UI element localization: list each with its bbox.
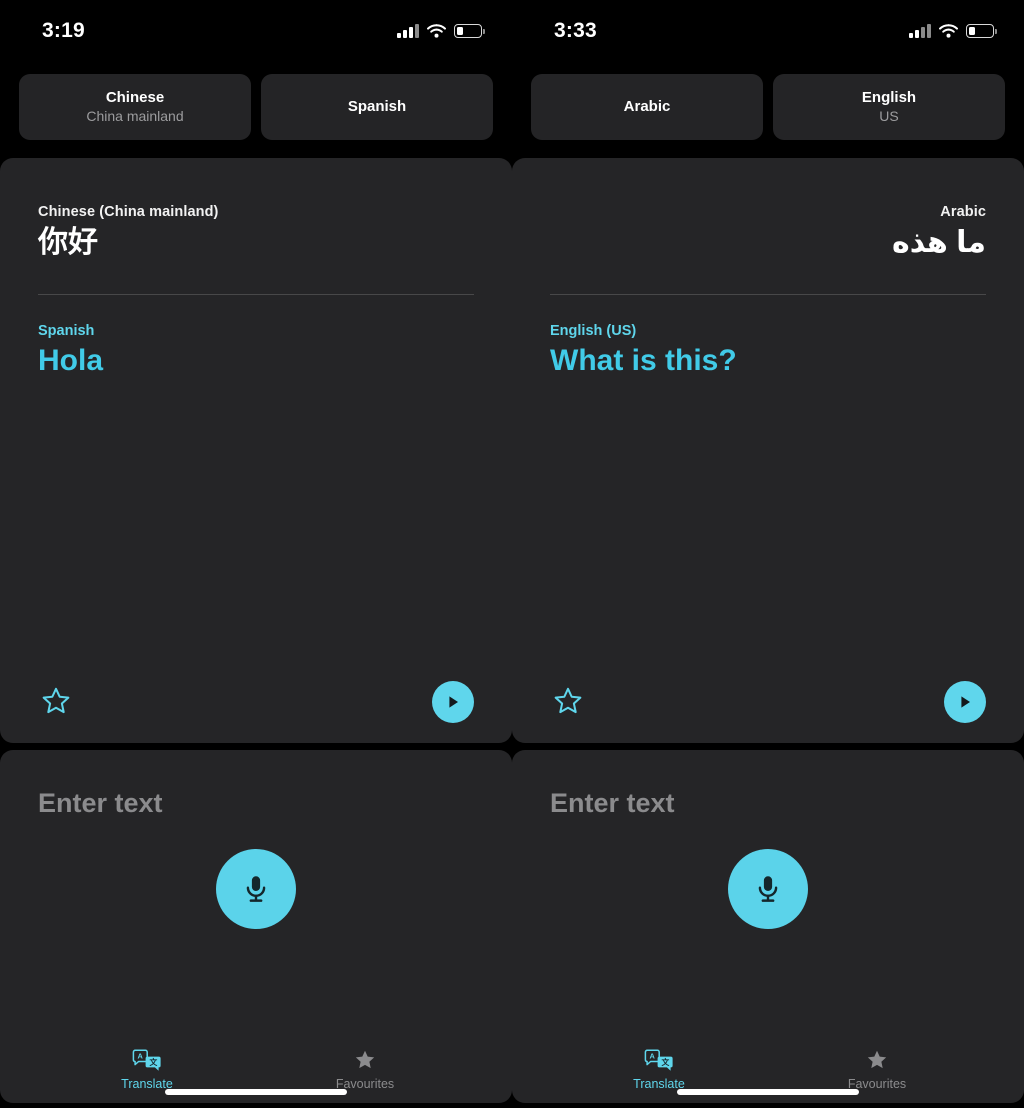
star-outline-icon[interactable] <box>38 684 74 720</box>
target-language-name: English <box>861 89 917 107</box>
battery-low-icon <box>966 24 997 38</box>
language-selector-row: Arabic English US <box>512 62 1024 158</box>
mic-button-wrapper <box>550 849 986 929</box>
card-divider <box>550 293 986 295</box>
status-bar: 3:33 <box>512 0 1024 62</box>
target-language-region: US <box>879 107 899 124</box>
target-language-label: English (US) <box>550 322 637 339</box>
star-filled-icon <box>352 1047 378 1074</box>
translation-card[interactable]: Arabic ما هذه English (US) What is this? <box>512 158 1024 743</box>
card-action-row <box>550 681 986 743</box>
svg-text:A: A <box>650 1051 656 1060</box>
target-language-name: Spanish <box>347 97 407 115</box>
source-text: ما هذه <box>891 226 986 259</box>
phone-screen-left: 3:19 Chinese China mainland Spanish Chin… <box>0 0 512 1108</box>
tab-favourites[interactable]: Favourites <box>256 1047 474 1091</box>
source-language-button[interactable]: Arabic <box>531 74 763 140</box>
star-filled-icon <box>864 1047 890 1074</box>
status-bar-clock: 3:19 <box>42 19 85 42</box>
translated-text: Hola <box>38 343 104 377</box>
tab-favourites[interactable]: Favourites <box>768 1047 986 1091</box>
source-language-region: China mainland <box>86 107 184 124</box>
play-icon[interactable] <box>432 681 474 723</box>
status-bar-icons <box>909 24 997 38</box>
source-language-name: Chinese <box>105 89 165 107</box>
translate-icon: A 文 <box>644 1047 674 1074</box>
status-bar-clock: 3:33 <box>554 19 597 42</box>
enter-text-placeholder[interactable]: Enter text <box>550 788 986 819</box>
compose-area[interactable]: Enter text A 文 Translate Favourites <box>512 750 1024 1103</box>
mic-button-wrapper <box>38 849 474 929</box>
enter-text-placeholder[interactable]: Enter text <box>38 788 474 819</box>
translated-text: What is this? <box>550 343 737 377</box>
home-indicator <box>0 1089 512 1095</box>
card-divider <box>38 293 474 295</box>
source-language-button[interactable]: Chinese China mainland <box>19 74 251 140</box>
play-icon[interactable] <box>944 681 986 723</box>
card-action-row <box>38 681 474 743</box>
star-outline-icon[interactable] <box>550 684 586 720</box>
source-language-label: Arabic <box>940 204 986 220</box>
status-bar: 3:19 <box>0 0 512 62</box>
phone-screen-right: 3:33 Arabic English US Arabic ما هذه Eng… <box>512 0 1024 1108</box>
cellular-signal-icon <box>909 24 931 38</box>
compose-area[interactable]: Enter text A 文 Translate Favourites <box>0 750 512 1103</box>
source-language-label: Chinese (China mainland) <box>38 204 219 220</box>
status-bar-icons <box>397 24 485 38</box>
language-selector-row: Chinese China mainland Spanish <box>0 62 512 158</box>
translate-icon: A 文 <box>132 1047 162 1074</box>
cellular-signal-icon <box>397 24 419 38</box>
target-language-button[interactable]: Spanish <box>261 74 493 140</box>
microphone-icon[interactable] <box>728 849 808 929</box>
source-text: 你好 <box>38 226 98 259</box>
svg-text:文: 文 <box>150 1057 158 1067</box>
battery-low-icon <box>454 24 485 38</box>
target-language-button[interactable]: English US <box>773 74 1005 140</box>
target-language-label: Spanish <box>38 322 95 339</box>
svg-text:A: A <box>138 1051 144 1060</box>
microphone-icon[interactable] <box>216 849 296 929</box>
tab-translate[interactable]: A 文 Translate <box>38 1047 256 1091</box>
home-indicator <box>512 1089 1024 1095</box>
translation-card[interactable]: Chinese (China mainland) 你好 Spanish Hola <box>0 158 512 743</box>
tab-translate[interactable]: A 文 Translate <box>550 1047 768 1091</box>
wifi-icon <box>939 24 958 38</box>
dual-screenshot-container: 3:19 Chinese China mainland Spanish Chin… <box>0 0 1024 1108</box>
wifi-icon <box>427 24 446 38</box>
source-language-name: Arabic <box>623 97 671 115</box>
svg-text:文: 文 <box>662 1057 670 1067</box>
